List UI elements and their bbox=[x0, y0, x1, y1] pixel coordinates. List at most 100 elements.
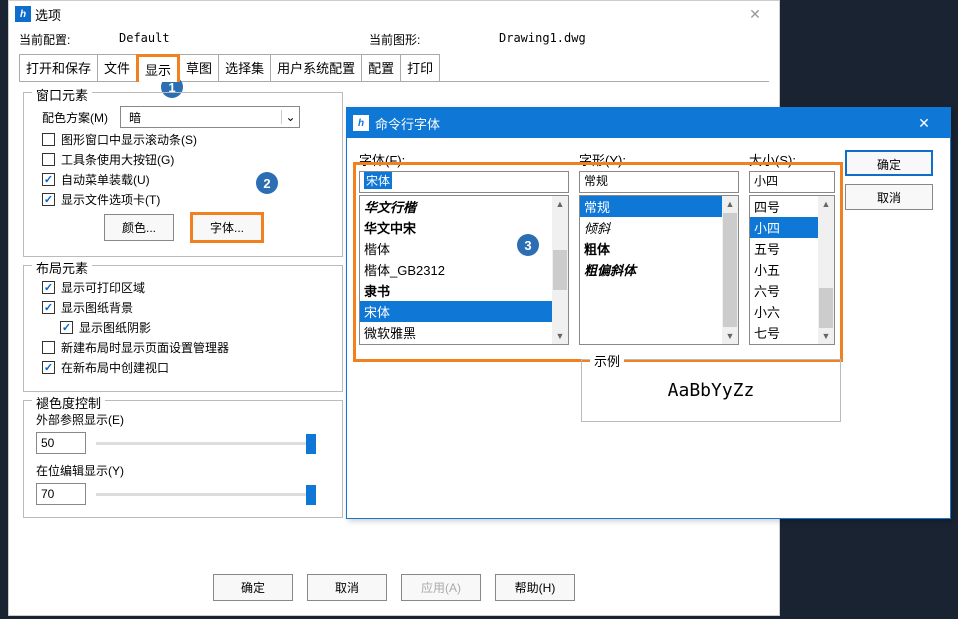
list-item[interactable]: 华文行楷 bbox=[360, 196, 552, 217]
color-scheme-combo[interactable]: 暗 ⌄ bbox=[120, 106, 300, 128]
layout-group-title: 布局元素 bbox=[32, 258, 92, 277]
font-listbox[interactable]: 华文行楷 华文中宋 楷体 楷体_GB2312 隶书 宋体 微软雅黑 新宋体 ▲▼ bbox=[359, 195, 569, 345]
papershadow-label: 显示图纸阴影 bbox=[79, 319, 151, 336]
size-listbox[interactable]: 四号 小四 五号 小五 六号 小六 七号 八号 ▲▼ bbox=[749, 195, 835, 345]
scrollbar[interactable]: ▲▼ bbox=[722, 196, 738, 344]
scrollbar[interactable]: ▲▼ bbox=[818, 196, 834, 344]
font-titlebar: h 命令行字体 ✕ bbox=[347, 108, 950, 138]
app-icon: h bbox=[353, 115, 369, 131]
close-icon[interactable]: ✕ bbox=[737, 6, 773, 23]
tab-sketch[interactable]: 草图 bbox=[179, 54, 219, 82]
fade-inplace-label: 在位编辑显示(Y) bbox=[36, 462, 330, 479]
fade-xref-slider[interactable] bbox=[96, 442, 316, 445]
list-item[interactable]: 常规 bbox=[580, 196, 722, 217]
app-icon: h bbox=[15, 6, 31, 22]
tab-display[interactable]: 显示 bbox=[136, 54, 180, 82]
font-label: 字体(F): bbox=[359, 150, 569, 169]
tab-selection[interactable]: 选择集 bbox=[218, 54, 271, 82]
style-listbox[interactable]: 常规 倾斜 粗体 粗偏斜体 ▲▼ bbox=[579, 195, 739, 345]
ok-button[interactable]: 确定 bbox=[213, 574, 293, 601]
list-item[interactable]: 小六 bbox=[750, 301, 818, 322]
list-item[interactable]: 宋体 bbox=[360, 301, 552, 322]
chevron-down-icon: ⌄ bbox=[281, 110, 299, 124]
config-label: 当前配置: bbox=[19, 31, 119, 48]
automenu-checkbox[interactable] bbox=[42, 173, 55, 186]
paperbg-checkbox[interactable] bbox=[42, 301, 55, 314]
sample-text: AaBbYyZz bbox=[594, 380, 828, 401]
list-item[interactable]: 楷体_GB2312 bbox=[360, 259, 552, 280]
color-scheme-value: 暗 bbox=[121, 109, 281, 126]
pagesetup-label: 新建布局时显示页面设置管理器 bbox=[61, 339, 229, 356]
filetabs-label: 显示文件选项卡(T) bbox=[61, 191, 160, 208]
viewport-checkbox[interactable] bbox=[42, 361, 55, 374]
style-input[interactable]: 常规 bbox=[579, 171, 739, 193]
list-item[interactable]: 五号 bbox=[750, 238, 818, 259]
options-title: 选项 bbox=[35, 5, 737, 24]
window-elements-group: 窗口元素 配色方案(M) 暗 ⌄ 图形窗口中显示滚动条(S) 工具条使用大按钮(… bbox=[23, 92, 343, 257]
dialog-buttons: 确定 取消 应用(A) 帮助(H) bbox=[9, 566, 779, 609]
tab-open-save[interactable]: 打开和保存 bbox=[19, 54, 98, 82]
font-dialog: h 命令行字体 ✕ 3 字体(F): 宋体 华文行楷 华文中宋 楷体 楷体_GB… bbox=[346, 107, 951, 519]
color-button[interactable]: 颜色... bbox=[104, 214, 174, 241]
list-item[interactable]: 新宋体 bbox=[360, 343, 552, 344]
list-item[interactable]: 四号 bbox=[750, 196, 818, 217]
callout-2: 2 bbox=[256, 172, 278, 194]
fade-control-group: 褪色度控制 外部参照显示(E) 在位编辑显示(Y) bbox=[23, 400, 343, 518]
drawing-value: Drawing1.dwg bbox=[499, 31, 586, 48]
list-item[interactable]: 隶书 bbox=[360, 280, 552, 301]
list-item[interactable]: 六号 bbox=[750, 280, 818, 301]
pagesetup-checkbox[interactable] bbox=[42, 341, 55, 354]
style-label: 字形(Y): bbox=[579, 150, 739, 169]
list-item[interactable]: 粗偏斜体 bbox=[580, 259, 722, 280]
fade-group-title: 褪色度控制 bbox=[32, 393, 105, 412]
bigbtn-checkbox[interactable] bbox=[42, 153, 55, 166]
cancel-button[interactable]: 取消 bbox=[307, 574, 387, 601]
size-label: 大小(S): bbox=[749, 150, 835, 169]
fade-inplace-input[interactable] bbox=[36, 483, 86, 505]
sample-label: 示例 bbox=[590, 351, 624, 370]
apply-button[interactable]: 应用(A) bbox=[401, 574, 481, 601]
tab-files[interactable]: 文件 bbox=[97, 54, 137, 82]
scrollbar-label: 图形窗口中显示滚动条(S) bbox=[61, 131, 197, 148]
help-button[interactable]: 帮助(H) bbox=[495, 574, 575, 601]
font-button[interactable]: 字体... bbox=[192, 214, 262, 241]
sample-group: 示例 AaBbYyZz bbox=[581, 359, 841, 422]
tab-config[interactable]: 配置 bbox=[361, 54, 401, 82]
list-item[interactable]: 七号 bbox=[750, 322, 818, 343]
fade-xref-input[interactable] bbox=[36, 432, 86, 454]
printable-checkbox[interactable] bbox=[42, 281, 55, 294]
automenu-label: 自动菜单装载(U) bbox=[61, 171, 150, 188]
font-input[interactable]: 宋体 bbox=[359, 171, 569, 193]
size-input[interactable]: 小四 bbox=[749, 171, 835, 193]
font-ok-button[interactable]: 确定 bbox=[845, 150, 933, 176]
fade-inplace-slider[interactable] bbox=[96, 493, 316, 496]
config-row: 当前配置: Default 当前图形: Drawing1.dwg bbox=[9, 27, 779, 54]
options-titlebar: h 选项 ✕ bbox=[9, 1, 779, 27]
scrollbar-checkbox[interactable] bbox=[42, 133, 55, 146]
list-item[interactable]: 倾斜 bbox=[580, 217, 722, 238]
list-item[interactable]: 小五 bbox=[750, 259, 818, 280]
color-scheme-label: 配色方案(M) bbox=[42, 109, 120, 126]
window-group-title: 窗口元素 bbox=[32, 85, 92, 104]
list-item[interactable]: 粗体 bbox=[580, 238, 722, 259]
layout-elements-group: 布局元素 显示可打印区域 显示图纸背景 显示图纸阴影 新建布局时显示页面设置管理… bbox=[23, 265, 343, 392]
font-dialog-title: 命令行字体 bbox=[375, 114, 904, 133]
bigbtn-label: 工具条使用大按钮(G) bbox=[61, 151, 174, 168]
list-item[interactable]: 微软雅黑 bbox=[360, 322, 552, 343]
close-icon[interactable]: ✕ bbox=[904, 115, 944, 132]
fade-xref-label: 外部参照显示(E) bbox=[36, 411, 330, 428]
tab-user[interactable]: 用户系统配置 bbox=[270, 54, 362, 82]
callout-3: 3 bbox=[517, 234, 539, 256]
viewport-label: 在新布局中创建视口 bbox=[61, 359, 169, 376]
drawing-label: 当前图形: bbox=[369, 31, 499, 48]
font-cancel-button[interactable]: 取消 bbox=[845, 184, 933, 210]
printable-label: 显示可打印区域 bbox=[61, 279, 145, 296]
filetabs-checkbox[interactable] bbox=[42, 193, 55, 206]
config-value: Default bbox=[119, 31, 369, 48]
list-item[interactable]: 八号 bbox=[750, 343, 818, 344]
tab-print[interactable]: 打印 bbox=[400, 54, 440, 82]
list-item[interactable]: 小四 bbox=[750, 217, 818, 238]
papershadow-checkbox[interactable] bbox=[60, 321, 73, 334]
scrollbar[interactable]: ▲▼ bbox=[552, 196, 568, 344]
paperbg-label: 显示图纸背景 bbox=[61, 299, 133, 316]
